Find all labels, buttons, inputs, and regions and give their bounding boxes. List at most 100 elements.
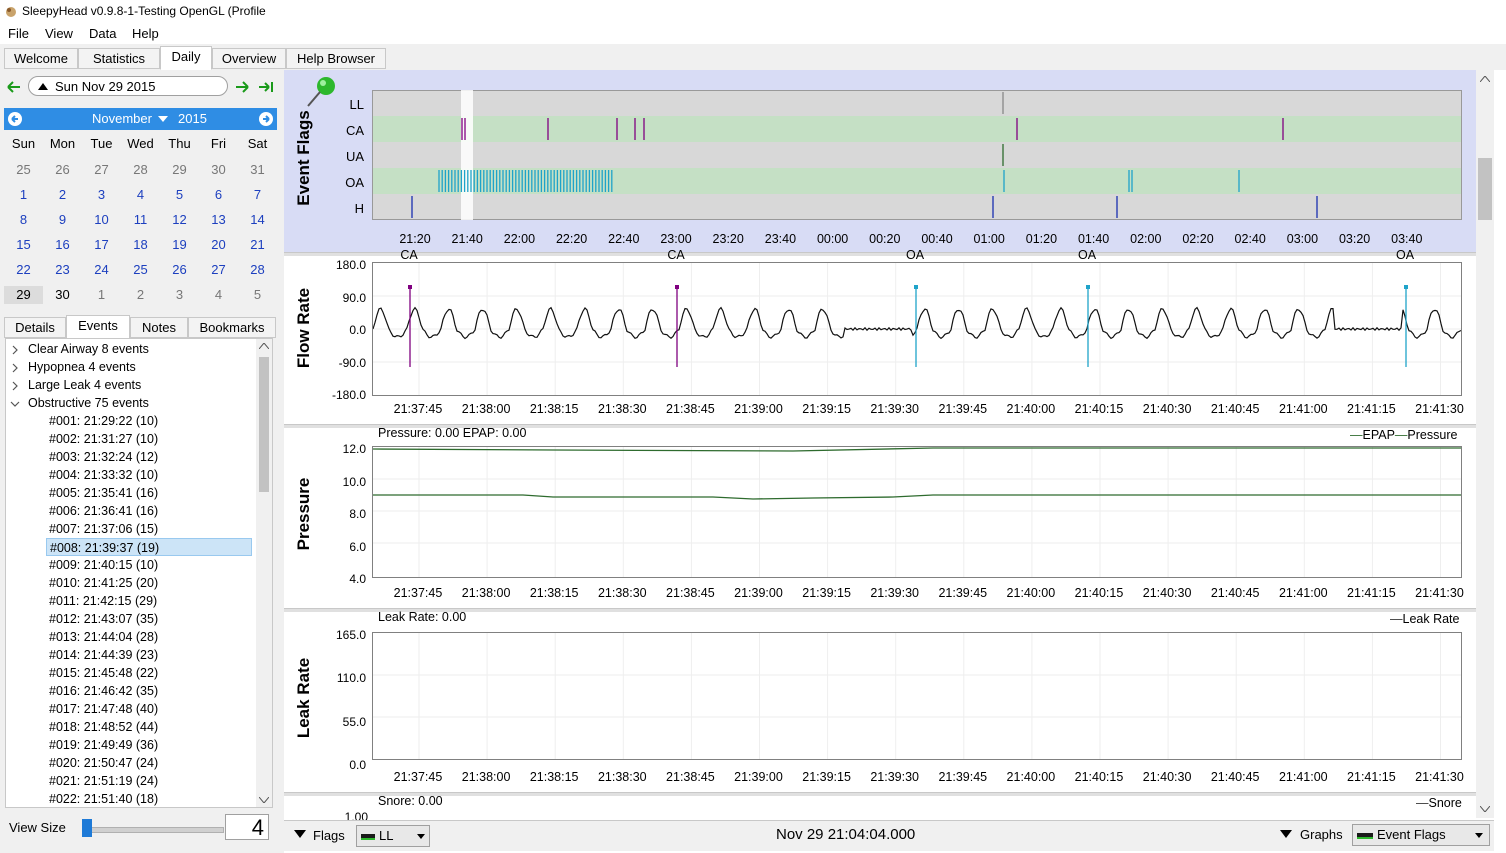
view-size-slider-handle[interactable] <box>82 819 92 837</box>
calendar-day[interactable]: 30 <box>199 161 238 179</box>
calendar-day[interactable]: 30 <box>43 286 82 304</box>
graph-scroll-thumb[interactable] <box>1478 158 1492 220</box>
calendar-day[interactable]: 21 <box>238 236 277 254</box>
calendar-day[interactable]: 26 <box>160 261 199 279</box>
expanded-chevron-icon[interactable] <box>10 399 20 409</box>
calendar-day[interactable]: 11 <box>121 211 160 229</box>
event-item[interactable]: #011: 21:42:15 (29) <box>46 592 255 610</box>
calendar-day[interactable]: 28 <box>238 261 277 279</box>
calendar-month[interactable]: November <box>92 111 152 126</box>
scroll-down-icon[interactable] <box>1480 806 1490 812</box>
scroll-up-icon[interactable] <box>1480 76 1490 82</box>
tab-daily[interactable]: Daily <box>160 46 212 70</box>
event-item[interactable]: #009: 21:40:15 (10) <box>46 556 255 574</box>
event-item[interactable]: #015: 21:45:48 (22) <box>46 664 255 682</box>
tab-welcome[interactable]: Welcome <box>4 48 78 69</box>
calendar-day[interactable]: 31 <box>238 161 277 179</box>
tree-group[interactable]: Hypopnea 4 events <box>10 358 136 376</box>
collapsed-chevron-icon[interactable] <box>10 345 20 355</box>
calendar-day[interactable]: 4 <box>121 186 160 204</box>
calendar-day[interactable]: 19 <box>160 236 199 254</box>
event-item[interactable]: #005: 21:35:41 (16) <box>46 484 255 502</box>
tab-bookmarks[interactable]: Bookmarks <box>188 317 276 338</box>
calendar-day[interactable]: 13 <box>199 211 238 229</box>
event-item[interactable]: #002: 21:31:27 (10) <box>46 430 255 448</box>
calendar-day[interactable]: 3 <box>82 186 121 204</box>
event-item[interactable]: #016: 21:46:42 (35) <box>46 682 255 700</box>
pressure-plot[interactable] <box>372 446 1462 578</box>
calendar-day[interactable]: 22 <box>4 261 43 279</box>
collapsed-chevron-icon[interactable] <box>10 381 20 391</box>
tab-statistics[interactable]: Statistics <box>78 48 160 69</box>
event-item[interactable]: #018: 21:48:52 (44) <box>46 718 255 736</box>
calendar-day[interactable]: 20 <box>199 236 238 254</box>
tab-help-browser[interactable]: Help Browser <box>286 48 386 69</box>
back-arrow-icon[interactable] <box>6 80 22 94</box>
view-size-input[interactable]: 4 <box>225 814 269 840</box>
event-item[interactable]: #020: 21:50:47 (24) <box>46 754 255 772</box>
tree-group[interactable]: Large Leak 4 events <box>10 376 141 394</box>
tab-overview[interactable]: Overview <box>212 48 286 69</box>
calendar-day[interactable]: 9 <box>43 211 82 229</box>
calendar-day[interactable]: 3 <box>160 286 199 304</box>
event-item[interactable]: #012: 21:43:07 (35) <box>46 610 255 628</box>
calendar-day[interactable]: 28 <box>121 161 160 179</box>
prev-month-icon[interactable] <box>7 111 23 127</box>
calendar-day[interactable]: 7 <box>238 186 277 204</box>
calendar-day[interactable]: 5 <box>238 286 277 304</box>
calendar-day[interactable]: 6 <box>199 186 238 204</box>
flags-label[interactable]: Flags <box>313 828 345 843</box>
leak-rate-plot[interactable] <box>372 632 1462 760</box>
event-item[interactable]: #003: 21:32:24 (12) <box>46 448 255 466</box>
calendar-day[interactable]: 1 <box>4 186 43 204</box>
calendar-day[interactable]: 16 <box>43 236 82 254</box>
tree-group[interactable]: Clear Airway 8 events <box>10 340 149 358</box>
month-dropdown-icon[interactable] <box>158 116 168 122</box>
calendar-day[interactable]: 1 <box>82 286 121 304</box>
menu-help[interactable]: Help <box>132 26 159 41</box>
calendar-day[interactable]: 4 <box>199 286 238 304</box>
calendar-year[interactable]: 2015 <box>178 111 207 126</box>
event-flags-plot[interactable] <box>372 90 1462 220</box>
collapsed-chevron-icon[interactable] <box>10 363 20 373</box>
calendar-day[interactable]: 26 <box>43 161 82 179</box>
calendar-day[interactable]: 25 <box>121 261 160 279</box>
tree-scrollbar[interactable] <box>256 339 272 807</box>
event-item[interactable]: #006: 21:36:41 (16) <box>46 502 255 520</box>
calendar-day[interactable]: 17 <box>82 236 121 254</box>
tree-group[interactable]: Obstructive 75 events <box>10 394 149 412</box>
event-item[interactable]: #004: 21:33:32 (10) <box>46 466 255 484</box>
calendar-day[interactable]: 25 <box>4 161 43 179</box>
tree-scroll-thumb[interactable] <box>259 357 269 492</box>
flags-select[interactable]: LL <box>356 825 430 847</box>
menu-data[interactable]: Data <box>89 26 116 41</box>
event-item[interactable]: #017: 21:47:48 (40) <box>46 700 255 718</box>
event-item[interactable]: #010: 21:41:25 (20) <box>46 574 255 592</box>
flags-menu-icon[interactable] <box>294 830 306 838</box>
calendar-day[interactable]: 5 <box>160 186 199 204</box>
menu-file[interactable]: File <box>8 26 29 41</box>
calendar-day[interactable]: 27 <box>199 261 238 279</box>
last-day-icon[interactable] <box>258 80 276 94</box>
calendar-day[interactable]: 14 <box>238 211 277 229</box>
tab-events[interactable]: Events <box>66 315 130 339</box>
graphs-menu-icon[interactable] <box>1280 830 1292 838</box>
menu-view[interactable]: View <box>45 26 73 41</box>
forward-arrow-icon[interactable] <box>234 80 250 94</box>
scroll-down-icon[interactable] <box>259 797 269 803</box>
calendar-day[interactable]: 24 <box>82 261 121 279</box>
calendar-day[interactable]: 8 <box>4 211 43 229</box>
calendar-day[interactable]: 27 <box>82 161 121 179</box>
event-item[interactable]: #007: 21:37:06 (15) <box>46 520 255 538</box>
calendar-day[interactable]: 18 <box>121 236 160 254</box>
event-item[interactable]: #021: 21:51:19 (24) <box>46 772 255 790</box>
calendar-day[interactable]: 29 <box>4 286 43 304</box>
calendar-day[interactable]: 10 <box>82 211 121 229</box>
graphs-select[interactable]: Event Flags <box>1352 824 1490 846</box>
view-size-slider[interactable] <box>82 827 224 833</box>
event-item[interactable]: #001: 21:29:22 (10) <box>46 412 255 430</box>
graph-scrollbar[interactable] <box>1476 70 1494 818</box>
calendar-day[interactable]: 2 <box>121 286 160 304</box>
calendar-day[interactable]: 23 <box>43 261 82 279</box>
event-item[interactable]: #019: 21:49:49 (36) <box>46 736 255 754</box>
